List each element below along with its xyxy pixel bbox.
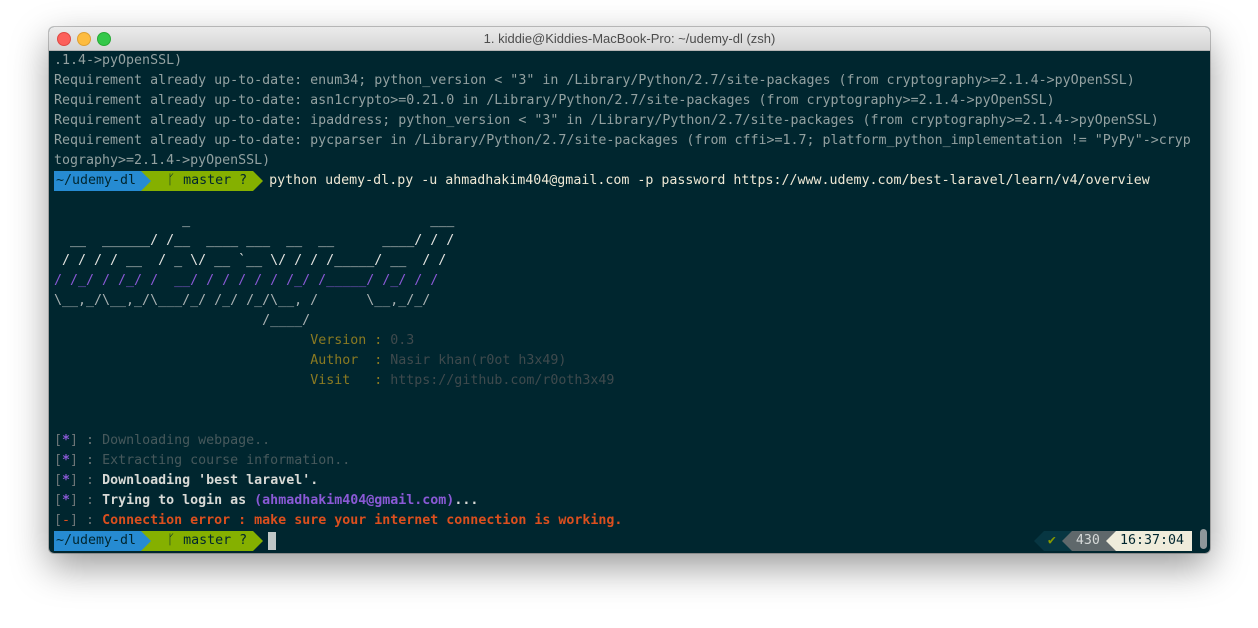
status-text: Downloading webpage..: [102, 433, 271, 448]
info-star-icon: *: [62, 473, 71, 488]
prompt-directory: ~/udemy-dl: [54, 171, 142, 191]
info-value: Nasir khan(r0ot h3x49): [390, 353, 567, 368]
powerline-separator: [141, 531, 152, 551]
prompt-git-segment: ᚴ master ?: [151, 531, 254, 551]
banner-info-version: Version : 0.3: [310, 333, 415, 348]
info-key: Visit: [310, 373, 367, 388]
output-line: Requirement already up-to-date: asn1cryp…: [54, 93, 1055, 108]
info-star-icon: *: [62, 453, 71, 468]
login-email: (ahmadhakim404@gmail.com): [254, 493, 455, 508]
checkmark-icon: ✔: [1043, 531, 1062, 551]
info-value: https://github.com/r0oth3x49: [390, 373, 615, 388]
prompt-line: ~/udemy-dl ᚴ master ? python udemy-dl.py -…: [54, 171, 1192, 191]
scrollbar-thumb[interactable]: [1200, 529, 1207, 549]
terminal-window: 1. kiddie@Kiddies-MacBook-Pro: ~/udemy-d…: [49, 27, 1210, 553]
output-line: Requirement already up-to-date: pycparse…: [54, 133, 1191, 148]
git-branch-icon: ᚴ: [167, 173, 176, 188]
banner-line: \__,_/\__,_/\___/_/ /_/ /_/\__, / \__,_/…: [54, 293, 431, 308]
info-key: Author: [310, 353, 367, 368]
info-star-icon: *: [62, 493, 71, 508]
info-star-icon: *: [62, 433, 71, 448]
terminal-content[interactable]: .1.4->pyOpenSSL) Requirement already up-…: [54, 51, 1192, 551]
course-name: 'best laravel': [198, 473, 311, 488]
status-text: Extracting course information..: [102, 453, 351, 468]
info-value: 0.3: [390, 333, 415, 348]
error-minus-icon: -: [62, 513, 71, 528]
output-line: .1.4->pyOpenSSL): [54, 53, 183, 68]
git-branch-icon: ᚴ: [167, 533, 176, 548]
window-title: 1. kiddie@Kiddies-MacBook-Pro: ~/udemy-d…: [483, 31, 776, 46]
output-line: tography>=2.1.4->pyOpenSSL): [54, 153, 271, 168]
output-line: Requirement already up-to-date: ipaddres…: [54, 113, 1159, 128]
status-line: [*] : Downloading webpage..: [54, 433, 271, 448]
active-prompt-line[interactable]: ~/udemy-dl ᚴ master ? ✔ 430 16:37:04: [54, 531, 1192, 551]
history-number: 430: [1071, 531, 1106, 551]
error-text: Connection error : make sure your intern…: [102, 513, 623, 528]
prompt-git-segment: ᚴ master ?: [151, 171, 254, 191]
error-line: [-] : Connection error : make sure your …: [54, 513, 623, 528]
banner-line: / / / / __ / _ \/ __ `__ \/ / / /_____/ …: [54, 253, 447, 268]
status-line: [*] : Downloading 'best laravel'.: [54, 473, 319, 488]
info-key: Version: [310, 333, 367, 348]
clock-time: 16:37:04: [1115, 531, 1192, 551]
powerline-separator: [253, 171, 264, 191]
banner-info-author: Author : Nasir khan(r0ot h3x49): [310, 353, 567, 368]
right-prompt: ✔ 430 16:37:04: [1033, 531, 1192, 551]
prompt-directory: ~/udemy-dl: [54, 531, 142, 551]
output-line: Requirement already up-to-date: enum34; …: [54, 73, 1135, 88]
git-branch: master ?: [183, 533, 248, 548]
git-branch: master ?: [183, 173, 248, 188]
command-text: python udemy-dl.py -u ahmadhakim404@gmai…: [269, 173, 1150, 188]
banner-info-visit: Visit : https://github.com/r0oth3x49: [310, 373, 615, 388]
powerline-separator: [253, 531, 264, 551]
status-line: [*] : Extracting course information..: [54, 453, 351, 468]
status-line: [*] : Trying to login as (ahmadhakim404@…: [54, 493, 479, 508]
banner-line: / /_/ / /_/ / __/ / / / / / /_/ /_____/ …: [54, 273, 439, 288]
powerline-separator: [141, 171, 152, 191]
text-cursor[interactable]: [268, 532, 277, 550]
banner-line: __ ______/ /__ ____ ___ __ __ ____/ / /: [54, 233, 455, 248]
banner-line: /____/: [54, 313, 311, 328]
title-bar: 1. kiddie@Kiddies-MacBook-Pro: ~/udemy-d…: [49, 27, 1210, 51]
banner-line: _ ___: [54, 213, 455, 228]
